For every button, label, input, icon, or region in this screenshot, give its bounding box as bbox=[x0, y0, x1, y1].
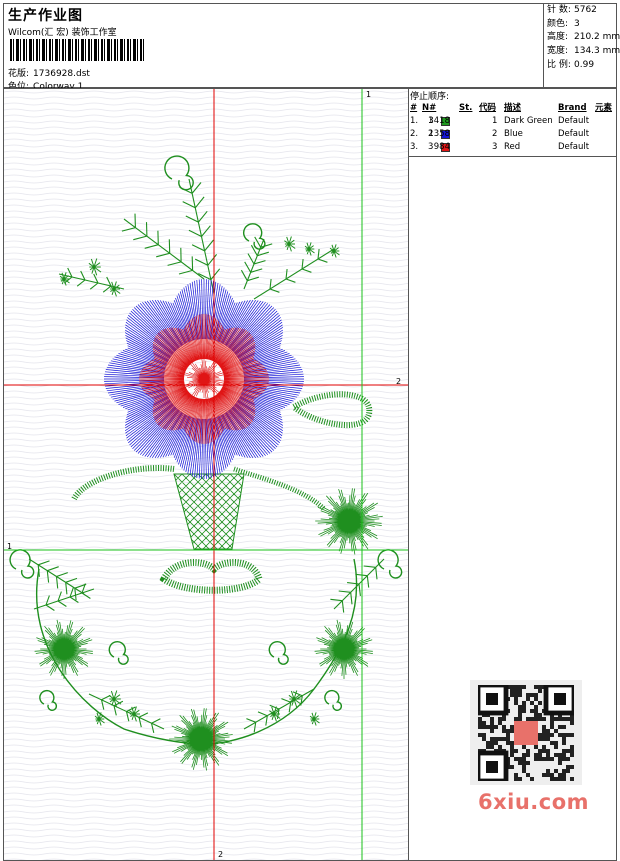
stat-scale: 比 例: 0.99 bbox=[547, 59, 595, 70]
stop-sequence-title: 停止顺序: bbox=[410, 92, 450, 102]
page-title: 生产作业图 bbox=[8, 8, 83, 24]
stats-box: 针 数: 5762 颜色: 3 高度: 210.2 mm 宽度: 134.3 mm 比 … bbox=[543, 4, 620, 87]
qr-code-graphic bbox=[478, 685, 574, 781]
watermark-text: 6xiu.com bbox=[478, 790, 590, 814]
embroidery-design: 1 2 1 2 bbox=[4, 89, 408, 860]
table-header: # N# St. 代码 描述 Brand 元素 bbox=[410, 103, 613, 113]
table-row[interactable]: 3. 3 984 3 Red Default bbox=[409, 141, 615, 154]
stat-width: 宽度: 134.3 mm bbox=[547, 46, 620, 57]
stat-height: 高度: 210.2 mm bbox=[547, 32, 620, 43]
qr-code bbox=[470, 680, 582, 785]
guide-label-left: 1 bbox=[7, 542, 12, 551]
table-row[interactable]: 2. 2 1358 2 Blue Default bbox=[409, 128, 615, 141]
info-header: 生产作业图 Wilcom(汇 宏) 装饰工作室 花版: 1736928.dst 色… bbox=[3, 3, 620, 92]
studio-name: Wilcom(汇 宏) 装饰工作室 bbox=[8, 28, 117, 38]
stat-stitches: 针 数: 5762 bbox=[547, 5, 597, 15]
guide-label-bottom: 2 bbox=[218, 850, 223, 859]
guide-label-top: 1 bbox=[366, 90, 371, 99]
pattern-label: 花版: bbox=[8, 69, 30, 79]
pattern-value: 1736928.dst bbox=[33, 69, 90, 79]
guide-label-right: 2 bbox=[396, 377, 401, 386]
pattern-file: 花版: 1736928.dst bbox=[8, 66, 94, 79]
stat-colors: 颜色: 3 bbox=[547, 18, 580, 29]
table-row[interactable]: 1. 1 3418 1 Dark Green Default bbox=[409, 115, 615, 128]
design-canvas[interactable]: 1 2 1 2 bbox=[3, 88, 409, 861]
stop-sequence-table: 停止顺序: # N# St. 代码 描述 Brand 元素 1. 1 3418 … bbox=[409, 89, 616, 157]
barcode bbox=[10, 39, 144, 61]
